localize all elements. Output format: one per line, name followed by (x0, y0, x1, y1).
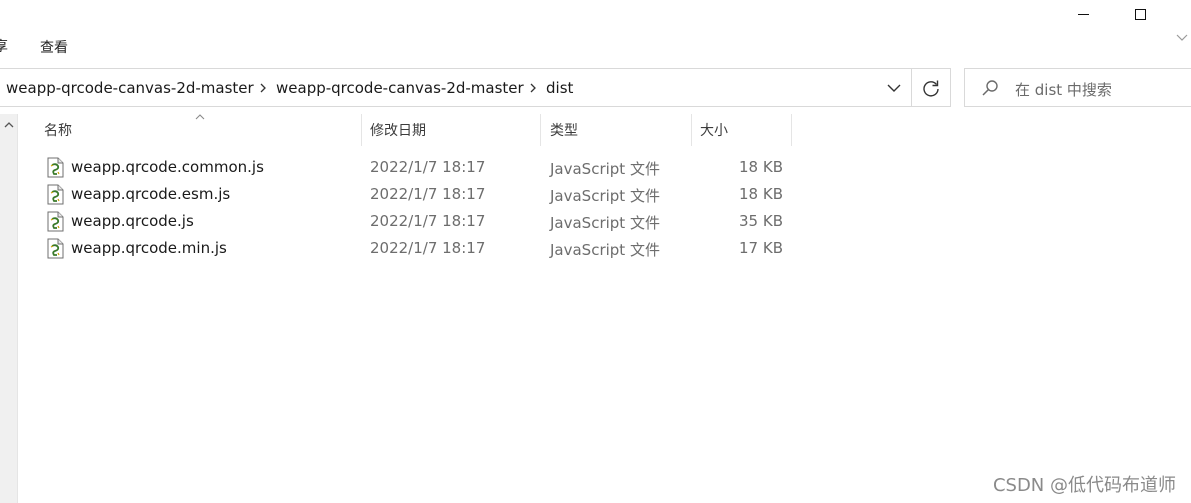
file-row[interactable]: weapp.qrcode.js 2022/1/7 18:17 JavaScrip… (44, 209, 792, 235)
file-type: JavaScript 文件 (550, 160, 660, 178)
file-name: weapp.qrcode.min.js (71, 239, 227, 257)
watermark-text: CSDN @低代码布道师 (992, 475, 1176, 496)
file-size: 18 KB (739, 158, 783, 176)
file-date: 2022/1/7 18:17 (370, 212, 486, 230)
chevron-down-icon (1176, 34, 1188, 41)
javascript-file-icon (47, 238, 64, 259)
file-size: 35 KB (739, 212, 783, 230)
column-divider[interactable] (691, 114, 692, 146)
file-name: weapp.qrcode.js (71, 212, 194, 230)
column-header-date[interactable]: 修改日期 (370, 120, 426, 140)
chevron-right-icon[interactable] (527, 81, 539, 95)
file-row[interactable]: weapp.qrcode.common.js 2022/1/7 18:17 Ja… (44, 155, 792, 181)
file-type: JavaScript 文件 (550, 214, 660, 232)
navigation-pane[interactable] (0, 114, 18, 503)
column-divider[interactable] (361, 114, 362, 146)
column-divider[interactable] (791, 114, 792, 146)
file-date: 2022/1/7 18:17 (370, 158, 486, 176)
file-type: JavaScript 文件 (550, 187, 660, 205)
chevron-up-icon[interactable] (3, 120, 15, 130)
sort-ascending-icon (195, 114, 205, 120)
search-icon (982, 80, 998, 96)
minimize-button[interactable] (1060, 0, 1106, 26)
chevron-down-icon[interactable] (884, 81, 904, 95)
breadcrumb-item[interactable]: weapp-qrcode-canvas-2d-master (276, 79, 524, 97)
maximize-icon (1134, 8, 1146, 20)
file-date: 2022/1/7 18:17 (370, 185, 486, 203)
file-type: JavaScript 文件 (550, 241, 660, 259)
column-header-size[interactable]: 大小 (700, 120, 728, 140)
javascript-file-icon (47, 211, 64, 232)
file-date: 2022/1/7 18:17 (370, 239, 486, 257)
ribbon-tab-share[interactable]: 享 (0, 36, 8, 56)
address-bar[interactable]: weapp-qrcode-canvas-2d-master weapp-qrco… (0, 68, 951, 107)
file-row[interactable]: weapp.qrcode.esm.js 2022/1/7 18:17 JavaS… (44, 182, 792, 208)
ribbon-tab-view[interactable]: 查看 (40, 37, 68, 57)
breadcrumb-item[interactable]: dist (546, 79, 573, 97)
javascript-file-icon (47, 157, 64, 178)
file-size: 18 KB (739, 185, 783, 203)
divider (911, 69, 912, 106)
minimize-icon (1077, 13, 1089, 15)
refresh-icon[interactable] (920, 77, 942, 99)
column-divider[interactable] (540, 114, 541, 146)
column-header-name[interactable]: 名称 (44, 120, 72, 140)
maximize-button[interactable] (1117, 0, 1163, 26)
column-header-type[interactable]: 类型 (550, 120, 578, 140)
file-row[interactable]: weapp.qrcode.min.js 2022/1/7 18:17 JavaS… (44, 236, 792, 262)
search-placeholder[interactable]: 在 dist 中搜索 (1015, 79, 1112, 100)
search-box[interactable]: 在 dist 中搜索 (964, 68, 1191, 107)
ribbon-expand-button[interactable] (1176, 34, 1188, 42)
file-size: 17 KB (739, 239, 783, 257)
file-name: weapp.qrcode.common.js (71, 158, 264, 176)
javascript-file-icon (47, 184, 64, 205)
breadcrumb-item[interactable]: weapp-qrcode-canvas-2d-master (6, 79, 254, 97)
chevron-right-icon[interactable] (257, 81, 269, 95)
file-name: weapp.qrcode.esm.js (71, 185, 231, 203)
